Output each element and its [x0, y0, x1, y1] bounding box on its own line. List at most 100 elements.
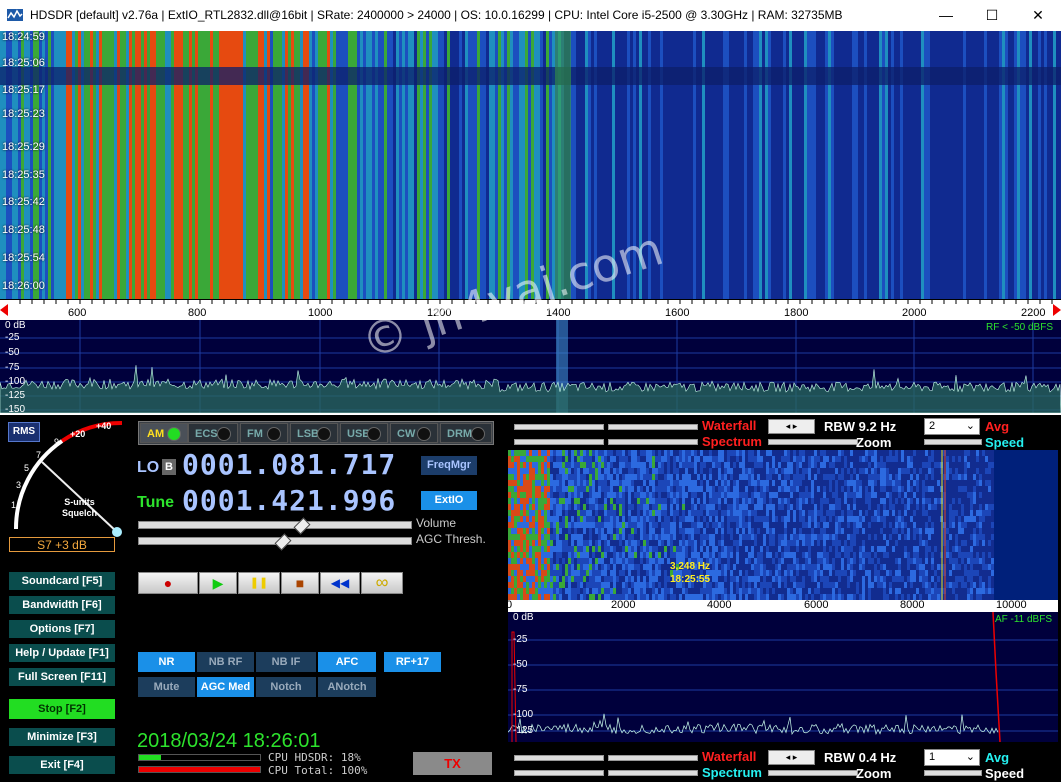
- lo-label: LO: [137, 459, 160, 476]
- rf-spectrum-label: Spectrum: [702, 434, 762, 449]
- af-spectrum-slider-1[interactable]: [514, 770, 604, 776]
- mode-led-icon: [367, 427, 381, 441]
- mode-led-icon: [267, 427, 281, 441]
- tx-button[interactable]: TX: [413, 752, 492, 775]
- af-rbw-label: RBW 0.4 Hz: [824, 750, 897, 765]
- datetime: 2018/03/24 18:26:01: [137, 730, 321, 752]
- rewind-button[interactable]: ◀◀: [320, 572, 360, 594]
- waterfall-timestamp: 18:25:23: [2, 108, 45, 120]
- af-rbw-stepper[interactable]: ◂ ▸: [768, 750, 815, 765]
- agc-button[interactable]: AGC Med: [197, 677, 254, 697]
- rf-rbw-stepper[interactable]: ◂ ▸: [768, 419, 815, 434]
- rf-scale-label: 800: [188, 307, 207, 319]
- scroll-left-arrow[interactable]: [0, 304, 8, 316]
- options-button[interactable]: Options [F7]: [9, 620, 115, 639]
- af-speed-slider[interactable]: [924, 770, 982, 776]
- mode-button-cw[interactable]: CW: [390, 423, 438, 443]
- mode-led-icon: [317, 427, 331, 441]
- volume-slider[interactable]: [138, 521, 412, 529]
- waterfall-timestamp: 18:25:42: [2, 196, 45, 208]
- rf-zoom-slider[interactable]: [768, 439, 858, 445]
- bandwidth-button[interactable]: Bandwidth [F6]: [9, 596, 115, 615]
- rf-db-label: 0 dB: [5, 320, 26, 331]
- mode-button-ecss[interactable]: ECSS: [188, 423, 238, 443]
- s-meter-caption: S-units Squelch: [62, 497, 97, 519]
- af-spectrum-label: Spectrum: [702, 765, 762, 780]
- rf-spectrum-slider-2[interactable]: [608, 439, 698, 445]
- freqmgr-button[interactable]: FreqMgr: [421, 456, 477, 475]
- rf-waterfall-slider-1[interactable]: [514, 424, 604, 430]
- af-waterfall-slider-1[interactable]: [514, 755, 604, 761]
- rf-waterfall-slider-2[interactable]: [608, 424, 698, 430]
- exit-button[interactable]: Exit [F4]: [9, 756, 115, 775]
- notch-button[interactable]: Notch: [256, 677, 316, 697]
- rf-zoom-label: Zoom: [856, 435, 892, 450]
- mode-button-usb[interactable]: USB: [340, 423, 388, 443]
- s-scale-7: 7: [36, 450, 42, 460]
- rf-rbw-label: RBW 9.2 Hz: [824, 419, 897, 434]
- rf-scale-label: 1600: [665, 307, 690, 319]
- mode-button-drm[interactable]: DRM: [440, 423, 492, 443]
- mode-button-am[interactable]: AM: [140, 423, 188, 443]
- stop-button[interactable]: Stop [F2]: [9, 699, 115, 720]
- minimize-button[interactable]: Minimize [F3]: [9, 728, 115, 747]
- af-spectrum-slider-2[interactable]: [608, 770, 698, 776]
- af-waterfall-slider-2[interactable]: [608, 755, 698, 761]
- stop-playback-button[interactable]: ■: [281, 572, 319, 594]
- mode-button-lsb[interactable]: LSB: [290, 423, 338, 443]
- scroll-right-arrow[interactable]: [1053, 304, 1061, 316]
- full-screen-button[interactable]: Full Screen [F11]: [9, 668, 115, 687]
- maximize-window-button[interactable]: ☐: [969, 0, 1015, 31]
- waterfall-timestamp: 18:25:17: [2, 84, 45, 96]
- loop-button[interactable]: ∞: [361, 572, 403, 594]
- squelch-knob[interactable]: [112, 527, 122, 537]
- rf-spectrum[interactable]: 0 dB -25 -50 -75 -100 -125 -150 RF < -50 dBFS: [0, 320, 1061, 415]
- extio-button[interactable]: ExtIO: [421, 491, 477, 510]
- tune-frequency[interactable]: 0001.421.996: [182, 484, 396, 517]
- s-meter: [13, 420, 123, 537]
- pause-button[interactable]: ❚❚: [238, 572, 280, 594]
- rf-waterfall-image: [0, 31, 1061, 299]
- window-title: HDSDR [default] v2.76a | ExtIO_RTL2832.d…: [30, 8, 843, 22]
- af-scale-label: 0: [506, 599, 513, 611]
- nb-if-button[interactable]: NB IF: [256, 652, 316, 672]
- lo-b-button[interactable]: B: [162, 459, 176, 475]
- minimize-window-button[interactable]: —: [923, 0, 969, 31]
- af-scale-label: 8000: [900, 599, 925, 611]
- rf-spectrum-plot: [0, 320, 1061, 413]
- record-button[interactable]: ●: [138, 572, 198, 594]
- cpu-hdsdr-bar: [138, 754, 261, 761]
- rf-spectrum-slider-1[interactable]: [514, 439, 604, 445]
- mode-button-fm[interactable]: FM: [240, 423, 288, 443]
- rf-gain-button[interactable]: RF+17: [384, 652, 441, 672]
- chevron-down-icon: ⌄: [965, 751, 975, 763]
- af-spectrum[interactable]: 0 dB -25 -50 -75 -100 -125 AF -11 dBFS: [508, 612, 1058, 742]
- mute-button[interactable]: Mute: [138, 677, 195, 697]
- lo-frequency[interactable]: 0001.081.717: [182, 448, 396, 481]
- afc-button[interactable]: AFC: [318, 652, 376, 672]
- rf-avg-select[interactable]: 2 ⌄: [924, 418, 980, 435]
- rf-speed-slider[interactable]: [924, 439, 982, 445]
- rf-db-label: -50: [5, 347, 20, 358]
- agc-threshold-label: AGC Thresh.: [416, 532, 486, 546]
- s-scale-plus20: +20: [70, 429, 86, 439]
- waterfall-timestamp: 18:26:00: [2, 280, 45, 292]
- help-update-button[interactable]: Help / Update [F1]: [9, 644, 115, 663]
- mode-led-icon: [471, 427, 485, 441]
- af-db-label: 0 dB: [513, 612, 534, 623]
- soundcard-button[interactable]: Soundcard [F5]: [9, 572, 115, 591]
- rf-scale-label: 1000: [308, 307, 333, 319]
- anotch-button[interactable]: ANotch: [318, 677, 376, 697]
- af-frequency-scale[interactable]: 0 2000 4000 6000 8000 10000: [506, 599, 1058, 612]
- af-db-label: -100: [513, 709, 534, 720]
- af-waterfall[interactable]: 3,248 Hz 18:25:55: [508, 450, 1058, 600]
- mode-label: DRM: [447, 428, 473, 440]
- close-window-button[interactable]: ✕: [1015, 0, 1061, 31]
- play-button[interactable]: ▶: [199, 572, 237, 594]
- nb-rf-button[interactable]: NB RF: [197, 652, 254, 672]
- rf-waterfall[interactable]: 18:24:59 18:25:06 18:25:17 18:25:23 18:25:29…: [0, 31, 1061, 299]
- af-avg-select[interactable]: 1 ⌄: [924, 749, 980, 766]
- waterfall-timestamp: 18:24:59: [2, 31, 45, 43]
- af-zoom-slider[interactable]: [768, 770, 858, 776]
- nr-button[interactable]: NR: [138, 652, 195, 672]
